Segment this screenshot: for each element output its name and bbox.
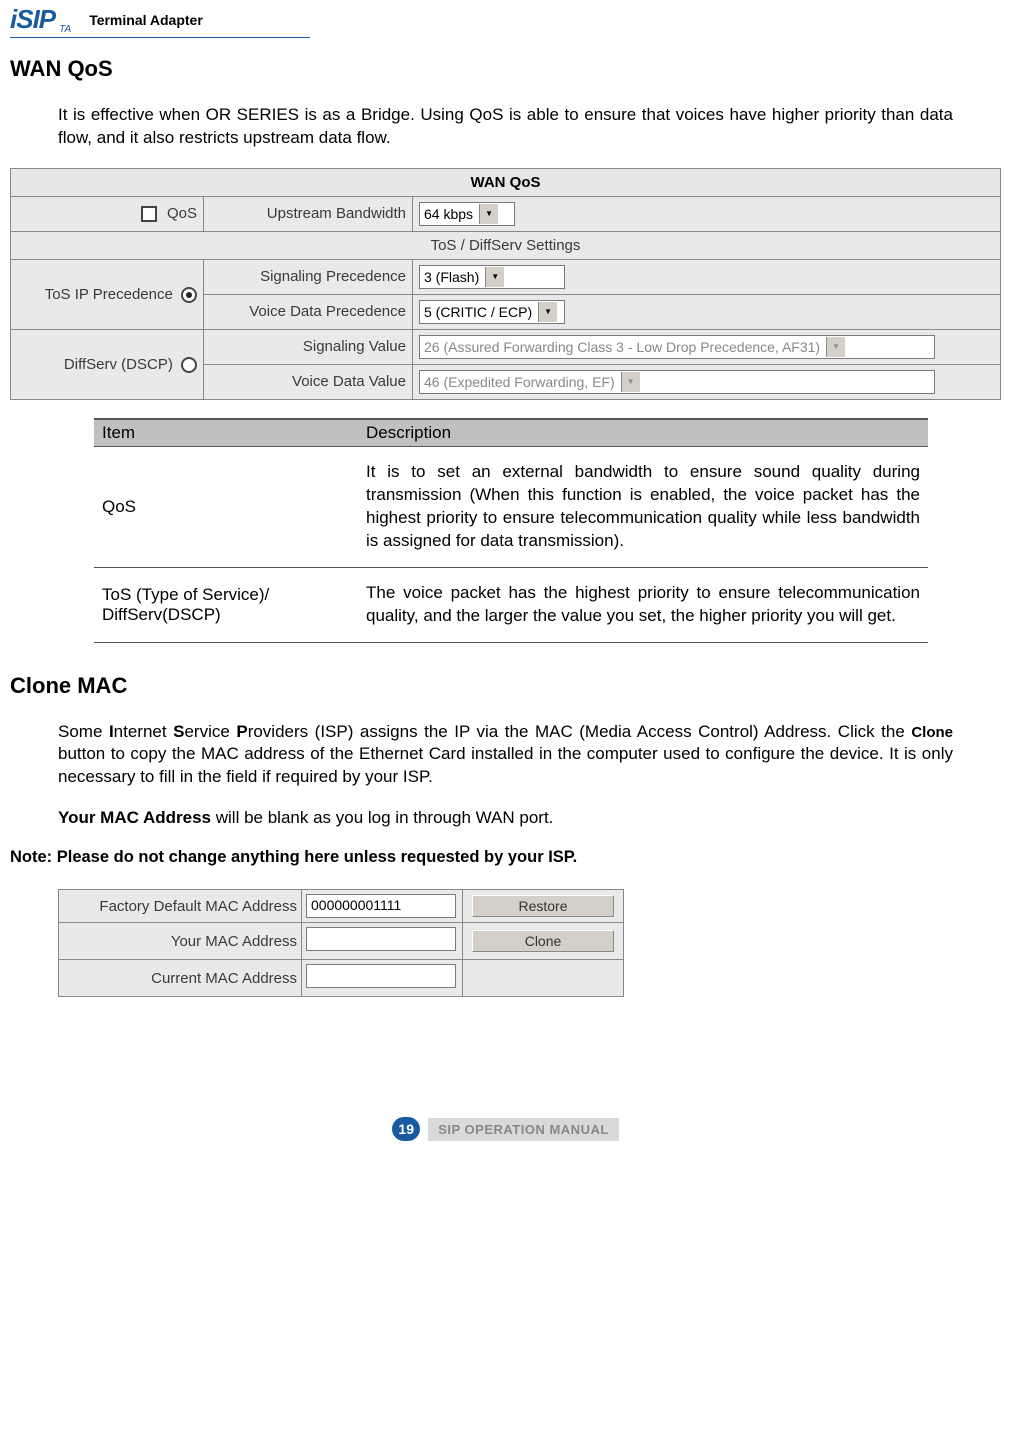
chevron-down-icon: ▼: [538, 302, 557, 322]
logo-sub: TA: [59, 24, 71, 35]
wan-qos-panel: WAN QoS QoS Upstream Bandwidth 64 kbps ▼…: [10, 168, 1001, 400]
chevron-down-icon: ▼: [621, 372, 640, 392]
tos-section-title: ToS / DiffServ Settings: [11, 231, 1001, 259]
diffserv-cell: DiffServ (DSCP): [11, 329, 204, 399]
heading-clone-mac: Clone MAC: [10, 673, 1001, 699]
restore-button[interactable]: Restore: [472, 895, 614, 917]
voice-precedence-label: Voice Data Precedence: [204, 294, 413, 329]
voice-value-select[interactable]: 46 (Expedited Forwarding, EF) ▼: [419, 370, 935, 394]
logo-product-name: Terminal Adapter: [89, 12, 203, 28]
desc-item: ToS (Type of Service)/ DiffServ(DSCP): [94, 567, 358, 642]
chevron-down-icon: ▼: [826, 337, 845, 357]
upstream-value: 64 kbps: [424, 206, 473, 222]
brand-header: iSIP TA Terminal Adapter: [10, 0, 310, 38]
table-row: QoS It is to set an external bandwidth t…: [94, 446, 928, 567]
page-footer: 19 SIP OPERATION MANUAL: [10, 1117, 1001, 1141]
signaling-value-value: 26 (Assured Forwarding Class 3 - Low Dro…: [424, 339, 820, 355]
panel-title: WAN QoS: [11, 168, 1001, 196]
logo-icon: iSIP: [10, 4, 55, 35]
col-item: Item: [94, 419, 358, 447]
diffserv-label: DiffServ (DSCP): [64, 356, 173, 373]
clone-button[interactable]: Clone: [472, 930, 614, 952]
heading-wan-qos: WAN QoS: [10, 56, 1001, 82]
chevron-down-icon: ▼: [485, 267, 504, 287]
upstream-label: Upstream Bandwidth: [204, 196, 413, 231]
qos-cell: QoS: [11, 196, 204, 231]
table-row: ToS (Type of Service)/ DiffServ(DSCP) Th…: [94, 567, 928, 642]
clone-mac-p1: Some Internet Service Providers (ISP) as…: [58, 721, 953, 790]
logo-mark: iSIP TA: [10, 4, 71, 35]
voice-precedence-select[interactable]: 5 (CRITIC / ECP) ▼: [419, 300, 565, 324]
signaling-precedence-select[interactable]: 3 (Flash) ▼: [419, 265, 565, 289]
page-number: 19: [392, 1117, 420, 1141]
clone-mac-p2: Your MAC Address will be blank as you lo…: [58, 807, 953, 830]
tos-ip-precedence-label: ToS IP Precedence: [45, 286, 173, 303]
manual-title: SIP OPERATION MANUAL: [428, 1118, 619, 1141]
signaling-precedence-label: Signaling Precedence: [204, 259, 413, 294]
wan-qos-intro: It is effective when OR SERIES is as a B…: [58, 104, 953, 150]
item-description-table: Item Description QoS It is to set an ext…: [94, 418, 928, 643]
voice-value-value: 46 (Expedited Forwarding, EF): [424, 374, 615, 390]
tos-ip-precedence-cell: ToS IP Precedence: [11, 259, 204, 329]
your-mac-label: Your MAC Address: [59, 923, 302, 960]
voice-precedence-value: 5 (CRITIC / ECP): [424, 304, 532, 320]
qos-label: QoS: [167, 205, 197, 222]
current-mac-input[interactable]: [306, 964, 456, 988]
desc-item: QoS: [94, 446, 358, 567]
your-mac-input[interactable]: [306, 927, 456, 951]
upstream-select[interactable]: 64 kbps ▼: [419, 202, 515, 226]
voice-value-label: Voice Data Value: [204, 364, 413, 399]
qos-checkbox[interactable]: [141, 206, 157, 222]
signaling-precedence-value: 3 (Flash): [424, 269, 479, 285]
col-description: Description: [358, 419, 928, 447]
factory-mac-input[interactable]: 000000001111: [306, 894, 456, 918]
factory-mac-label: Factory Default MAC Address: [59, 890, 302, 923]
desc-text: The voice packet has the highest priorit…: [358, 567, 928, 642]
desc-text: It is to set an external bandwidth to en…: [358, 446, 928, 567]
signaling-value-label: Signaling Value: [204, 329, 413, 364]
clone-mac-panel: Factory Default MAC Address 000000001111…: [58, 889, 624, 997]
signaling-value-select[interactable]: 26 (Assured Forwarding Class 3 - Low Dro…: [419, 335, 935, 359]
diffserv-radio[interactable]: [181, 357, 197, 373]
chevron-down-icon: ▼: [479, 204, 498, 224]
isp-note: Note: Please do not change anything here…: [10, 848, 1001, 867]
tos-ip-precedence-radio[interactable]: [181, 287, 197, 303]
current-mac-label: Current MAC Address: [59, 960, 302, 997]
